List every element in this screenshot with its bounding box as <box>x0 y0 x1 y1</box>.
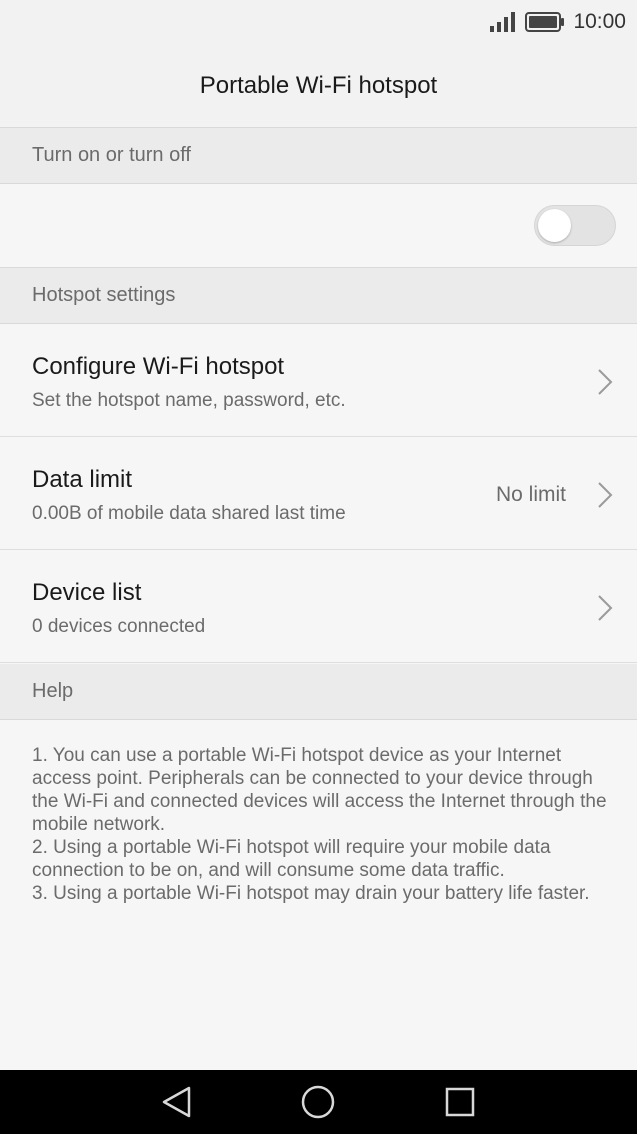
list-item-data-limit[interactable]: Data limit 0.00B of mobile data shared l… <box>0 437 637 550</box>
help-line: 2. Using a portable Wi-Fi hotspot will r… <box>32 837 551 881</box>
status-bar: 10:00 <box>0 0 637 44</box>
section-header-help: Help <box>0 664 637 720</box>
help-line: 3. Using a portable Wi-Fi hotspot may dr… <box>32 883 590 904</box>
data-limit-value: No limit <box>495 483 566 506</box>
page-title: Portable Wi-Fi hotspot <box>199 71 438 99</box>
section-header-toggle: Turn on or turn off <box>0 128 637 184</box>
back-triangle-icon[interactable] <box>159 1084 195 1120</box>
navigation-bar <box>0 1070 637 1134</box>
list-item-title: Device list <box>32 579 142 606</box>
recents-square-icon[interactable] <box>442 1084 478 1120</box>
list-item-title: Data limit <box>32 466 133 493</box>
status-icons: 10:00 <box>489 8 626 36</box>
chevron-right-icon <box>598 482 613 508</box>
battery-icon <box>525 12 565 32</box>
hotspot-toggle-row <box>0 184 637 268</box>
list-item-subtitle: Set the hotspot name, password, etc. <box>32 390 346 411</box>
hotspot-toggle-switch[interactable] <box>534 205 616 246</box>
toggle-knob <box>538 209 571 242</box>
list-item-subtitle: 0.00B of mobile data shared last time <box>32 503 346 524</box>
list-item-subtitle: 0 devices connected <box>32 616 206 637</box>
signal-icon <box>490 12 516 32</box>
chevron-right-icon <box>598 595 613 621</box>
title-bar: Portable Wi-Fi hotspot <box>0 44 637 128</box>
section-header-hotspot-settings: Hotspot settings <box>0 268 637 324</box>
home-circle-icon[interactable] <box>300 1084 336 1120</box>
status-time: 10:00 <box>573 10 626 33</box>
chevron-right-icon <box>598 369 613 395</box>
list-item-title: Configure Wi-Fi hotspot <box>32 353 285 380</box>
help-line: 1. You can use a portable Wi-Fi hotspot … <box>32 745 607 835</box>
help-text: 1. You can use a portable Wi-Fi hotspot … <box>32 744 622 905</box>
list-item-configure-hotspot[interactable]: Configure Wi-Fi hotspot Set the hotspot … <box>0 324 637 437</box>
list-item-device-list[interactable]: Device list 0 devices connected <box>0 550 637 663</box>
